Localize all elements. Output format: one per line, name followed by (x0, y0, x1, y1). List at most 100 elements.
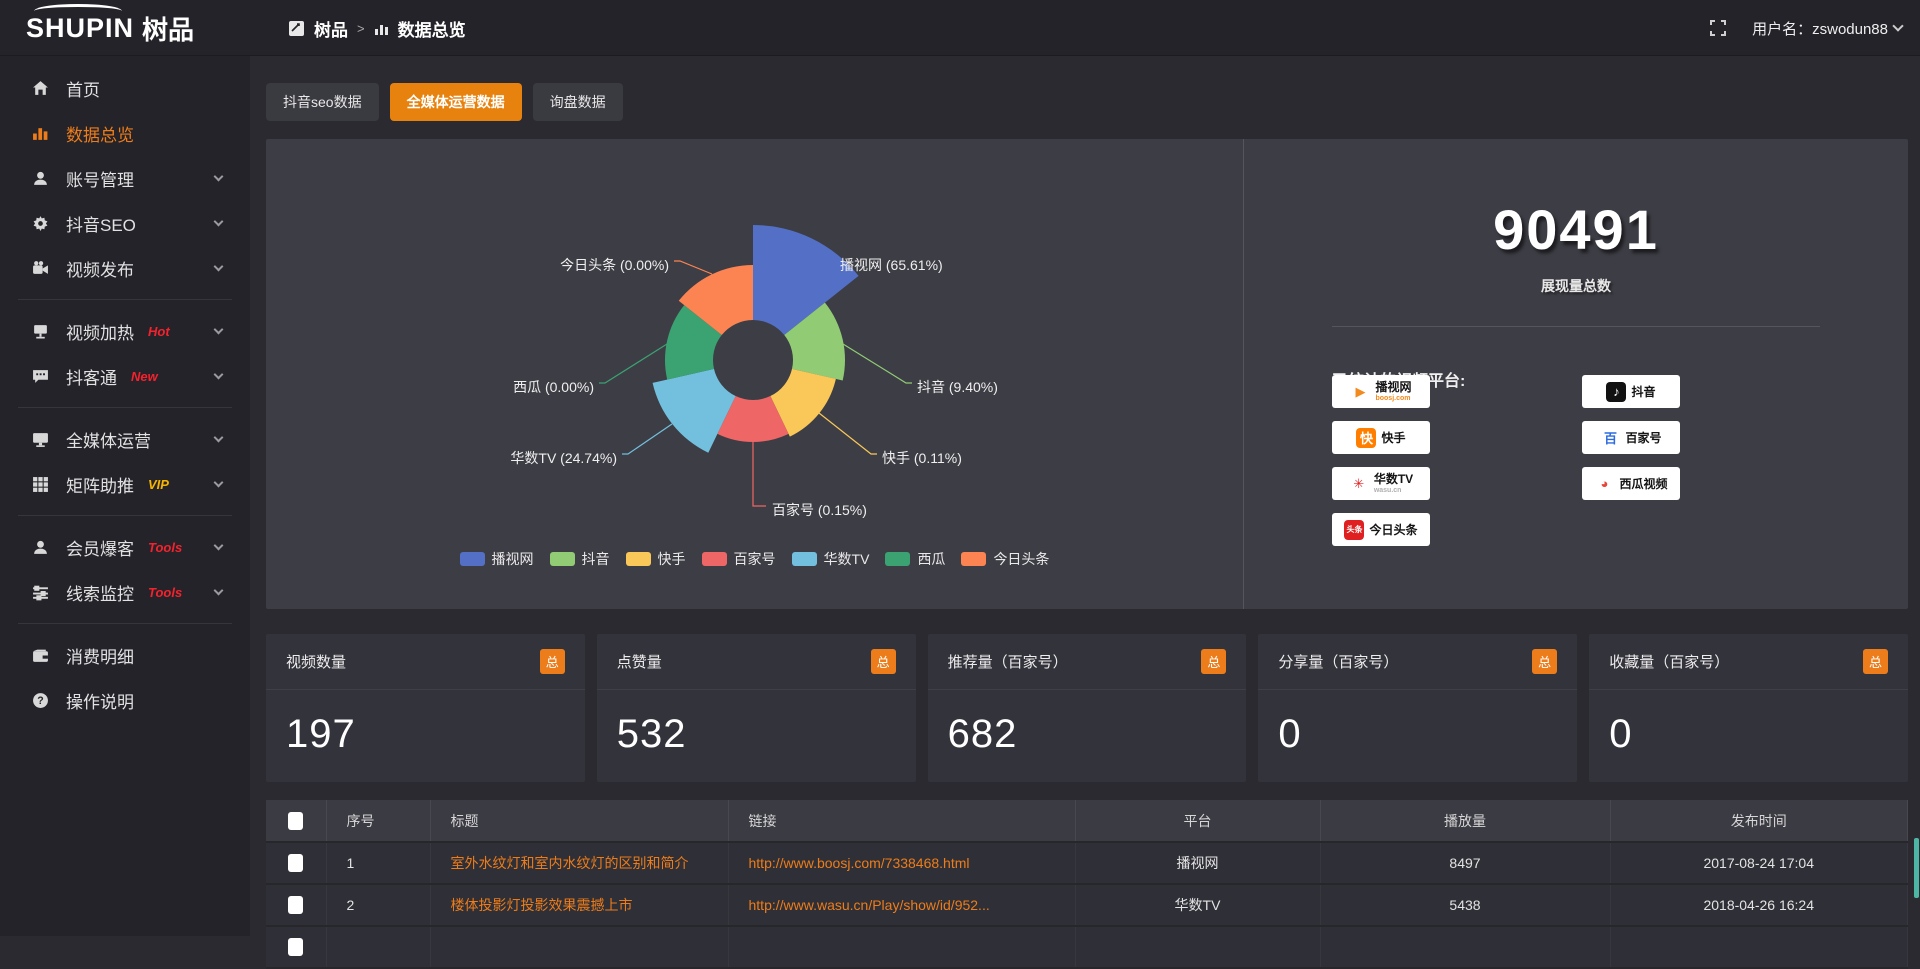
platforms-column-left: ▶播视网boosj.com快快手✳华数TVwasu.cn头条今日头条 (1332, 375, 1430, 546)
select-all-checkbox[interactable] (288, 812, 303, 830)
legend-item-华数TV[interactable]: 华数TV (792, 549, 870, 569)
platform-name: 播视网 (1375, 381, 1411, 393)
kuaishou-logo: 快 (1356, 428, 1376, 448)
platform-box-百家号: 百百家号 (1582, 421, 1680, 454)
sidebar-divider (18, 515, 232, 516)
breadcrumb: 树品 > 数据总览 (288, 0, 466, 56)
legend-item-抖音[interactable]: 抖音 (550, 549, 610, 569)
sidebar-item-10[interactable]: 会员爆客Tools (0, 526, 250, 568)
wallet-icon (30, 647, 50, 664)
svg-text:?: ? (37, 695, 43, 707)
pie-chart-svg[interactable]: 播视网 (65.61%)抖音 (9.40%)快手 (0.11%)百家号 (0.1… (266, 139, 1243, 609)
sidebar-item-4[interactable]: 抖音SEO (0, 202, 250, 244)
platform-box-华数TV: ✳华数TVwasu.cn (1332, 467, 1430, 500)
col-header-title[interactable]: 标题 (430, 800, 728, 842)
chevron-down-icon (214, 478, 224, 488)
sidebar-item-1[interactable]: 首页 (0, 67, 250, 109)
stat-card-title: 分享量（百家号） (1278, 651, 1398, 672)
stat-card-title: 收藏量（百家号） (1609, 651, 1729, 672)
cell-time: 2018-04-26 16:24 (1610, 884, 1908, 926)
platform-rose-chart: 播视网 (65.61%)抖音 (9.40%)快手 (0.11%)百家号 (0.1… (266, 139, 1243, 609)
breadcrumb-current[interactable]: 数据总览 (398, 16, 466, 41)
platform-box-快手: 快快手 (1332, 421, 1430, 454)
sidebar-item-12[interactable]: 消费明细 (0, 634, 250, 676)
cell-url-link[interactable]: http://www.wasu.cn/Play/show/id/952... (749, 897, 990, 913)
breadcrumb-root[interactable]: 树品 (314, 16, 348, 41)
sidebar-item-label: 全媒体运营 (66, 427, 151, 452)
total-badge[interactable]: 总 (540, 649, 565, 674)
pie-label-line (843, 344, 912, 383)
pie-label-播视网: 播视网 (65.61%) (840, 257, 943, 273)
sidebar-item-13[interactable]: ?操作说明 (0, 679, 250, 721)
member-icon (30, 539, 50, 556)
logo-text-cn: 树品 (142, 10, 194, 47)
platform-name: 抖音 (1631, 386, 1655, 398)
legend-label: 百家号 (734, 549, 776, 569)
cell-title-link[interactable]: 室外水纹灯和室内水纹灯的区别和简介 (451, 855, 689, 871)
sidebar-divider (18, 407, 232, 408)
legend-item-今日头条[interactable]: 今日头条 (961, 549, 1049, 569)
sidebar-item-2[interactable]: 数据总览 (0, 112, 250, 154)
legend-label: 华数TV (824, 549, 870, 569)
monitor-icon (30, 431, 50, 448)
sidebar-item-label: 视频加热 (66, 319, 134, 344)
platform-name: 西瓜视频 (1619, 478, 1667, 490)
stat-card-3: 推荐量（百家号） 总 682 (928, 634, 1247, 782)
sidebar-item-6[interactable]: 视频加热Hot (0, 310, 250, 352)
chevron-down-icon (214, 370, 224, 380)
stat-card-title: 推荐量（百家号） (948, 651, 1068, 672)
sidebar-item-7[interactable]: 抖客通New (0, 355, 250, 397)
sidebar-item-label: 抖音SEO (66, 211, 136, 236)
cell-url-link[interactable]: http://www.boosj.com/7338468.html (749, 855, 970, 871)
total-badge[interactable]: 总 (1532, 649, 1557, 674)
chevron-down-icon (214, 262, 224, 272)
platform-subtext: boosj.com (1375, 395, 1411, 402)
stat-card-value: 682 (928, 690, 1247, 757)
legend-item-快手[interactable]: 快手 (626, 549, 686, 569)
scrollbar-thumb[interactable] (1914, 838, 1919, 898)
platform-name: 华数TV (1374, 473, 1413, 485)
platform-name: 今日头条 (1369, 524, 1417, 536)
chart-legend: 播视网抖音快手 百家号 华数TV 西瓜今日头条 (266, 549, 1243, 569)
legend-item-播视网[interactable]: 播视网 (460, 549, 534, 569)
total-badge[interactable]: 总 (1863, 649, 1888, 674)
sidebar-item-8[interactable]: 全媒体运营 (0, 418, 250, 460)
pie-label-line (599, 344, 667, 383)
legend-item-百家号[interactable]: 百家号 (702, 549, 776, 569)
videos-table: 序号 标题 链接 平台 播放量 发布时间 1室外水纹灯和室内水纹灯的区别和简介h… (266, 800, 1908, 969)
pie-slice-华数TV[interactable] (653, 369, 736, 453)
col-header-index[interactable]: 序号 (326, 800, 430, 842)
row-checkbox[interactable] (288, 896, 303, 914)
user-menu[interactable]: 用户名：zswodun88 (1752, 18, 1902, 39)
sidebar-item-3[interactable]: 账号管理 (0, 157, 250, 199)
summary-divider (1332, 326, 1820, 327)
help-icon: ? (30, 692, 50, 709)
row-checkbox[interactable] (288, 938, 303, 956)
total-badge[interactable]: 总 (871, 649, 896, 674)
row-checkbox[interactable] (288, 854, 303, 872)
platform-box-播视网: ▶播视网boosj.com (1332, 375, 1430, 408)
cell-time: 2017-08-24 17:04 (1610, 842, 1908, 884)
col-header-time[interactable]: 发布时间 (1610, 800, 1908, 842)
sidebar-item-5[interactable]: 视频发布 (0, 247, 250, 289)
legend-label: 西瓜 (917, 549, 945, 569)
cell-index: 2 (326, 884, 430, 926)
sidebar-item-9[interactable]: 矩阵助推VIP (0, 463, 250, 505)
sidebar-item-11[interactable]: 线索监控Tools (0, 571, 250, 613)
col-header-link[interactable]: 链接 (728, 800, 1075, 842)
total-impressions-label: 展现量总数 (1244, 276, 1908, 296)
tab-2[interactable]: 全媒体运营数据 (390, 83, 522, 121)
stat-card-1: 视频数量总197 (266, 634, 585, 782)
col-header-platform[interactable]: 平台 (1075, 800, 1320, 842)
toutiao-logo: 头条 (1344, 520, 1364, 540)
cell-title-link[interactable]: 楼体投影灯投影效果震撼上市 (451, 897, 633, 913)
total-badge[interactable]: 总 (1201, 649, 1226, 674)
col-header-plays[interactable]: 播放量 (1320, 800, 1610, 842)
tab-3[interactable]: 询盘数据 (533, 83, 623, 121)
pie-label-抖音: 抖音 (9.40%) (917, 379, 998, 395)
tab-1[interactable]: 抖音seo数据 (266, 83, 379, 121)
platforms-grid: ▶播视网boosj.com快快手✳华数TVwasu.cn头条今日头条 ♪抖音百百… (1332, 375, 1892, 546)
fullscreen-icon[interactable] (1710, 20, 1726, 36)
legend-item-西瓜[interactable]: 西瓜 (885, 549, 945, 569)
sidebar-item-label: 视频发布 (66, 256, 134, 281)
